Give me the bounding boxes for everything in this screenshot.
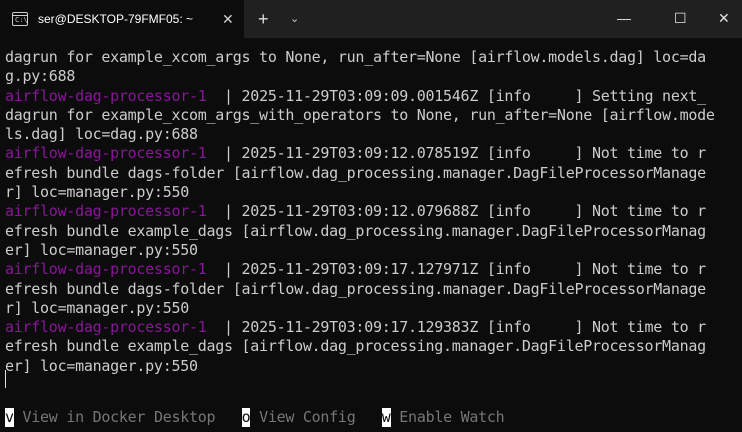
- shortcut-item[interactable]: o View Config: [241, 408, 356, 427]
- process-name: airflow-dag-processor-1: [5, 144, 207, 163]
- terminal-line: airflow-dag-processor-1 | 2025-11-29T03:…: [5, 144, 741, 163]
- terminal-line: dagrun for example_xcom_args to None, ru…: [5, 48, 741, 67]
- shortcut-key: w: [381, 408, 391, 427]
- log-text: | 2025-11-29T03:09:17.129383Z [info ] No…: [206, 318, 706, 337]
- log-text: dagrun for example_xcom_args_with_operat…: [5, 105, 715, 124]
- terminal-line: airflow-dag-processor-1 | 2025-11-29T03:…: [5, 87, 741, 106]
- log-text: | 2025-11-29T03:09:09.001546Z [info ] Se…: [206, 86, 706, 105]
- terminal-line: g.py:688: [5, 67, 741, 86]
- shortcut-key: o: [241, 408, 251, 427]
- terminal-output[interactable]: dagrun for example_xcom_args to None, ru…: [5, 48, 741, 376]
- terminal-line: ls.dag] loc=dag.py:688: [5, 125, 741, 144]
- terminal-line: r] loc=manager.py:550: [5, 183, 741, 202]
- text-cursor: [5, 370, 6, 388]
- log-text: efresh bundle example_dags [airflow.dag_…: [5, 221, 706, 240]
- minimize-button[interactable]: —: [617, 8, 631, 28]
- close-window-button[interactable]: ✕: [718, 8, 730, 28]
- terminal-line: airflow-dag-processor-1 | 2025-11-29T03:…: [5, 318, 741, 337]
- log-text: er] loc=manager.py:550: [5, 240, 198, 259]
- log-text: efresh bundle example_dags [airflow.dag_…: [5, 337, 706, 356]
- log-text: | 2025-11-29T03:09:12.078519Z [info ] No…: [206, 144, 706, 163]
- terminal-line: er] loc=manager.py:550: [5, 241, 741, 260]
- terminal-line: airflow-dag-processor-1 | 2025-11-29T03:…: [5, 202, 741, 221]
- log-text: | 2025-11-29T03:09:17.127971Z [info ] No…: [206, 260, 706, 279]
- close-tab-icon[interactable]: ✕: [222, 10, 234, 28]
- terminal-line: er] loc=manager.py:550: [5, 357, 741, 376]
- log-text: ls.dag] loc=dag.py:688: [5, 125, 198, 144]
- log-text: | 2025-11-29T03:09:12.079688Z [info ] No…: [206, 202, 706, 221]
- process-name: airflow-dag-processor-1: [5, 260, 207, 279]
- shortcut-bar: v View in Docker Desktop o View Config w…: [5, 408, 505, 427]
- maximize-button[interactable]: ☐: [674, 8, 687, 28]
- log-text: dagrun for example_xcom_args to None, ru…: [5, 48, 706, 66]
- log-text: efresh bundle dags-folder [airflow.dag_p…: [5, 163, 706, 182]
- process-name: airflow-dag-processor-1: [5, 202, 207, 221]
- title-bar: C:\ ser@DESKTOP-79FMF05: ~ ✕ + ⌄ — ☐ ✕: [0, 0, 742, 38]
- terminal-line: efresh bundle dags-folder [airflow.dag_p…: [5, 280, 741, 299]
- chevron-down-icon[interactable]: ⌄: [290, 11, 299, 27]
- new-tab-button[interactable]: +: [258, 8, 269, 30]
- process-name: airflow-dag-processor-1: [5, 86, 207, 105]
- terminal-line: dagrun for example_xcom_args_with_operat…: [5, 106, 741, 125]
- log-text: er] loc=manager.py:550: [5, 356, 198, 375]
- shortcut-key: v: [5, 408, 14, 427]
- shortcut-item[interactable]: v View in Docker Desktop: [5, 408, 216, 427]
- log-text: r] loc=manager.py:550: [5, 298, 189, 317]
- log-text: r] loc=manager.py:550: [5, 183, 189, 202]
- shortcut-label: View in Docker Desktop: [13, 408, 216, 426]
- terminal-line: airflow-dag-processor-1 | 2025-11-29T03:…: [5, 260, 741, 279]
- process-name: airflow-dag-processor-1: [5, 318, 207, 337]
- log-text: g.py:688: [5, 67, 76, 86]
- shortcut-label: View Config: [250, 408, 356, 426]
- shortcut-label: Enable Watch: [390, 408, 505, 426]
- terminal-line: efresh bundle dags-folder [airflow.dag_p…: [5, 164, 741, 183]
- shortcut-item[interactable]: w Enable Watch: [381, 408, 505, 427]
- terminal-line: efresh bundle example_dags [airflow.dag_…: [5, 222, 741, 241]
- terminal-line: efresh bundle example_dags [airflow.dag_…: [5, 337, 741, 356]
- terminal-line: r] loc=manager.py:550: [5, 299, 741, 318]
- terminal-icon: C:\: [12, 12, 28, 26]
- log-text: efresh bundle dags-folder [airflow.dag_p…: [5, 279, 706, 298]
- tab-title: ser@DESKTOP-79FMF05: ~: [38, 12, 194, 26]
- terminal-tab[interactable]: C:\ ser@DESKTOP-79FMF05: ~ ✕: [0, 0, 244, 38]
